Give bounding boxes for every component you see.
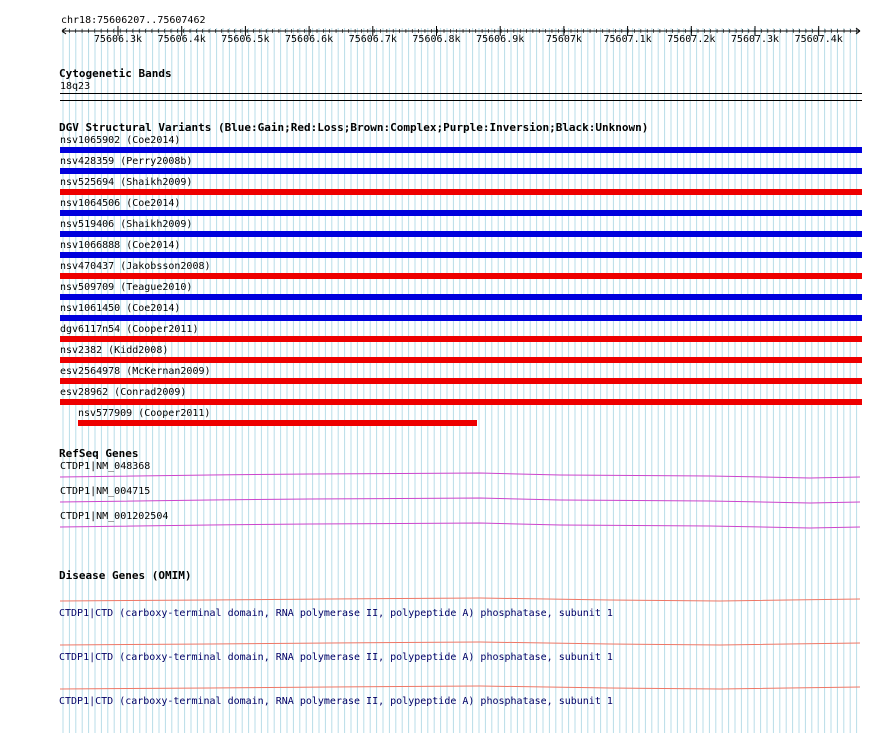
dgv-variant-bar[interactable] — [60, 378, 862, 384]
ruler-tick-label: 75606.8k — [412, 34, 461, 45]
ruler-tick-label: 75607k — [545, 34, 582, 45]
ruler-tick-label: 75607.3k — [730, 34, 780, 45]
dgv-item-label[interactable]: dgv6117n54 (Cooper2011) — [60, 324, 198, 336]
dgv-variant-bar[interactable] — [60, 210, 862, 216]
ruler-tick-label: 75606.4k — [157, 34, 206, 45]
ruler-tick-label: 75606.9k — [476, 34, 525, 45]
ruler-tick-label: 75607.4k — [794, 34, 843, 45]
dgv-item-label[interactable]: nsv1065902 (Coe2014) — [60, 135, 180, 147]
dgv-track-title: DGV Structural Variants (Blue:Gain;Red:L… — [59, 121, 649, 134]
dgv-item-label[interactable]: nsv428359 (Perry2008b) — [60, 156, 192, 168]
refseq-gene-label[interactable]: CTDP1|NM_001202504 — [60, 511, 168, 523]
ruler-tick-label: 75607.2k — [667, 34, 716, 45]
dgv-variant-bar[interactable] — [60, 399, 862, 405]
dgv-variant-bar[interactable] — [60, 336, 862, 342]
refseq-track-title: RefSeq Genes — [59, 447, 139, 460]
dgv-variant-bar[interactable] — [60, 315, 862, 321]
dgv-item-label[interactable]: nsv470437 (Jakobsson2008) — [60, 261, 211, 273]
ruler-tick-label: 75606.3k — [93, 34, 143, 45]
dgv-variant-bar[interactable] — [78, 420, 477, 426]
omim-gene-label[interactable]: CTDP1|CTD (carboxy-terminal domain, RNA … — [59, 696, 613, 708]
dgv-item-label[interactable]: nsv509709 (Teague2010) — [60, 282, 192, 294]
dgv-variant-bar[interactable] — [60, 147, 862, 153]
dgv-variant-bar[interactable] — [60, 273, 862, 279]
omim-track-title: Disease Genes (OMIM) — [59, 569, 192, 582]
dgv-item-label[interactable]: nsv519406 (Shaikh2009) — [60, 219, 192, 231]
ruler-tick-label: 75606.7k — [348, 34, 397, 45]
ruler-tick-label: 75606.6k — [285, 34, 334, 45]
dgv-variant-line[interactable] — [60, 297, 862, 298]
ruler-tick-label: 75607.1k — [603, 34, 652, 45]
dgv-variant-line[interactable] — [60, 380, 862, 381]
dgv-item-label[interactable]: nsv577909 (Cooper2011) — [78, 408, 210, 420]
dgv-item-label[interactable]: nsv1066888 (Coe2014) — [60, 240, 180, 252]
cytoband-line-bottom — [60, 100, 862, 101]
dgv-item-label[interactable]: nsv525694 (Shaikh2009) — [60, 177, 192, 189]
dgv-item-label[interactable]: nsv1061450 (Coe2014) — [60, 303, 180, 315]
dgv-variant-bar[interactable] — [60, 252, 862, 258]
cytoband-line-top — [60, 93, 862, 94]
refseq-gene-label[interactable]: CTDP1|NM_004715 — [60, 486, 150, 498]
dgv-variant-bar[interactable] — [60, 231, 862, 237]
dgv-item-label[interactable]: nsv2382 (Kidd2008) — [60, 345, 168, 357]
dgv-variant-bar[interactable] — [60, 357, 862, 363]
omim-gene-label[interactable]: CTDP1|CTD (carboxy-terminal domain, RNA … — [59, 652, 613, 664]
dgv-item-label[interactable]: esv28962 (Conrad2009) — [60, 387, 186, 399]
refseq-gene-label[interactable]: CTDP1|NM_048368 — [60, 461, 150, 473]
ruler-tick-label: 75606.5k — [221, 34, 270, 45]
omim-gene-label[interactable]: CTDP1|CTD (carboxy-terminal domain, RNA … — [59, 608, 613, 620]
cytoband-label: 18q23 — [60, 81, 91, 92]
dgv-item-label[interactable]: nsv1064506 (Coe2014) — [60, 198, 180, 210]
cytoband-track-title: Cytogenetic Bands — [59, 67, 172, 80]
dgv-variant-bar[interactable] — [60, 168, 862, 174]
dgv-variant-line[interactable] — [60, 359, 862, 360]
dgv-variant-bar[interactable] — [60, 189, 862, 195]
dgv-item-label[interactable]: esv2564978 (McKernan2009) — [60, 366, 211, 378]
